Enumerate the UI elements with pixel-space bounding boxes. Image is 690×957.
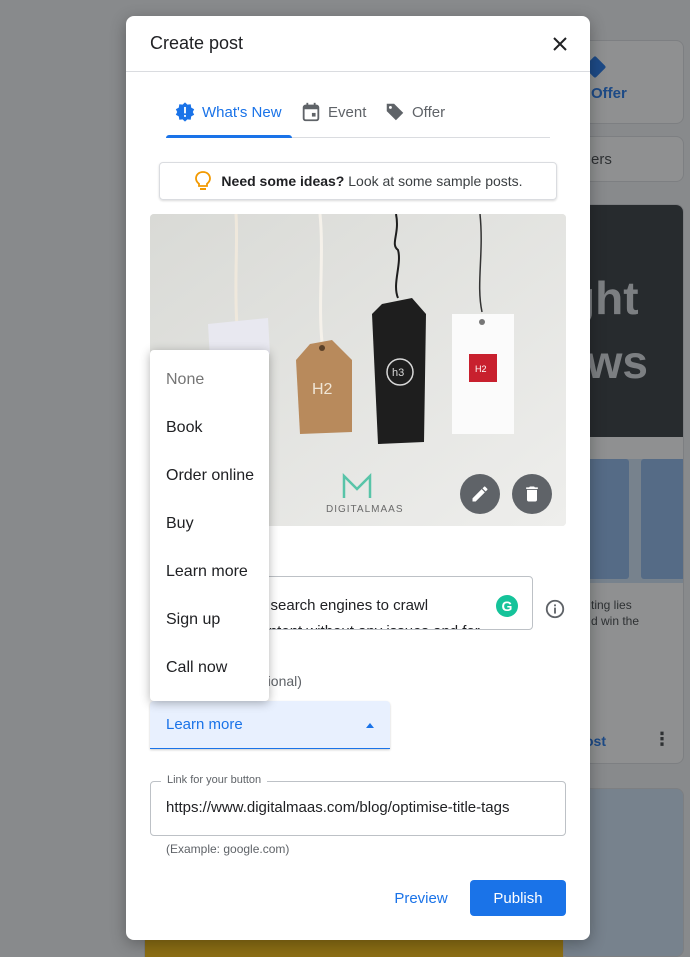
photo-brand-text: DIGITALMAAS [326,504,404,515]
tab-whats-new[interactable]: What's New [174,86,282,138]
sample-posts-button[interactable]: Need some ideas? Look at some sample pos… [159,162,557,200]
tab-whats-new-label: What's New [202,103,282,121]
menu-item-book[interactable]: Book [150,404,269,452]
menu-item-none[interactable]: None [150,356,269,404]
tab-event-label: Event [328,103,367,121]
publish-button[interactable]: Publish [470,880,566,916]
button-type-menu: None Book Order online Buy Learn more Si… [150,350,269,701]
tab-event[interactable]: Event [300,86,366,138]
active-tab-indicator [166,135,292,138]
edit-photo-button[interactable] [460,474,500,514]
ideas-text: Look at some sample posts. [348,173,523,189]
trash-icon [526,486,538,502]
close-button[interactable] [548,32,572,56]
tag-label-brown: H2 [312,381,333,398]
dialog-title: Create post [150,33,244,53]
tag-icon [386,103,404,121]
menu-item-learn-more[interactable]: Learn more [150,548,269,596]
info-icon[interactable] [544,598,566,620]
preview-button[interactable]: Preview [381,880,461,916]
button-type-value: Learn more [166,716,243,733]
menu-item-call-now[interactable]: Call now [150,644,269,692]
tag-label-black: h3 [392,367,404,379]
tab-offer[interactable]: Offer [384,86,445,138]
caret-up-icon [366,723,374,728]
pencil-icon [472,486,488,502]
delete-photo-button[interactable] [512,474,552,514]
button-link-field: Link for your button [150,774,566,836]
button-link-input[interactable] [166,799,550,816]
post-type-tabs: What's New Event Offer [166,86,550,138]
tag-label-white: H2 [475,364,487,374]
grammarly-icon[interactable]: G [496,595,518,617]
ideas-bold-text: Need some ideas? [221,173,345,189]
menu-item-sign-up[interactable]: Sign up [150,596,269,644]
dialog-header: Create post [126,16,590,72]
menu-item-buy[interactable]: Buy [150,500,269,548]
link-hint: (Example: google.com) [166,842,290,856]
button-type-select[interactable]: Learn more [150,701,390,749]
lightbulb-icon [195,171,212,190]
announcement-icon [175,102,195,122]
tab-offer-label: Offer [412,103,446,121]
calendar-icon [302,102,320,122]
link-field-label: Link for your button [161,774,268,786]
menu-item-order-online[interactable]: Order online [150,452,269,500]
close-icon [553,37,567,51]
